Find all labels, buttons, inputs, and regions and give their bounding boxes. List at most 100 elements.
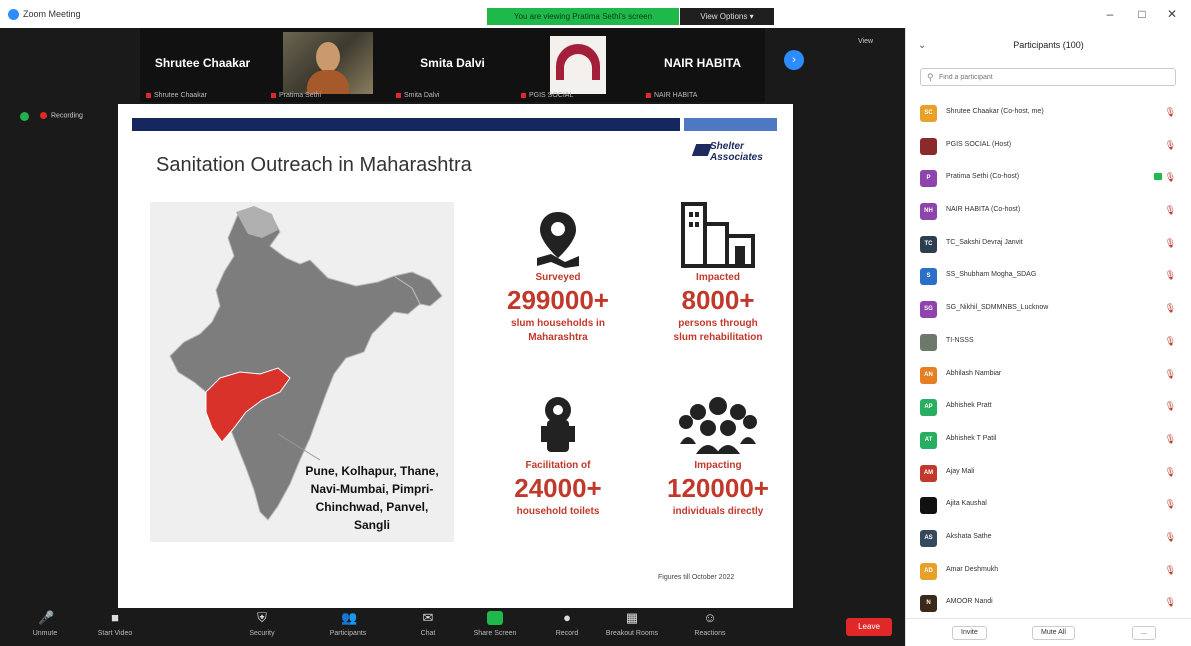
- buildings-icon: [681, 202, 755, 268]
- participant-label: Smita Dalvi: [396, 92, 439, 99]
- participant-row[interactable]: AN Abhilash Nambiar 🎙: [906, 360, 1191, 393]
- view-button[interactable]: View: [858, 38, 873, 45]
- participant-name: Shrutee Chaakar: [154, 56, 251, 70]
- participant-row[interactable]: AM Ajay Mali 🎙: [906, 458, 1191, 491]
- security-shield-icon[interactable]: [20, 112, 29, 121]
- participant-name: SG_Nikhil_SDMMNBS_Lucknow: [946, 304, 1049, 312]
- muted-microphone-icon[interactable]: 🎙: [1165, 205, 1176, 216]
- avatar: [920, 497, 937, 515]
- muted-microphone-icon[interactable]: 🎙: [1165, 565, 1176, 576]
- participants-icon: 👥: [341, 610, 358, 625]
- avatar: NH: [920, 203, 937, 221]
- muted-microphone-icon[interactable]: 🎙: [1165, 238, 1176, 249]
- muted-microphone-icon[interactable]: 🎙: [1165, 597, 1176, 608]
- participant-row[interactable]: Ajita Kaushal 🎙: [906, 490, 1191, 523]
- view-options-button[interactable]: View Options ▾: [680, 8, 774, 25]
- video-tile[interactable]: Pratima Sethi: [265, 28, 390, 102]
- maximize-icon[interactable]: □: [1132, 7, 1152, 21]
- participant-video: [283, 32, 373, 94]
- invite-button[interactable]: Invite: [952, 626, 987, 640]
- unmute-button[interactable]: 🎤 Unmute: [15, 610, 75, 638]
- avatar: SG: [920, 301, 937, 319]
- participant-row[interactable]: NH NAIR HABITA (Co-host) 🎙: [906, 196, 1191, 229]
- participant-name: Abhishek T Patil: [946, 434, 997, 442]
- participant-row[interactable]: P Pratima Sethi (Co-host) 🎙: [906, 163, 1191, 196]
- participant-name: Pratima Sethi (Co-host): [946, 173, 1020, 181]
- participant-label: Shrutee Chaakar: [146, 92, 207, 99]
- participants-title: Participants (100): [1013, 40, 1084, 50]
- muted-microphone-icon[interactable]: 🎙: [1165, 369, 1176, 380]
- map-pin-icon: [537, 212, 579, 268]
- participant-name: Abhishek Pratt: [946, 402, 992, 410]
- avatar: [920, 333, 937, 351]
- participant-name: Ajay Mali: [946, 467, 975, 475]
- muted-microphone-icon[interactable]: 🎙: [1165, 467, 1176, 478]
- muted-microphone-icon[interactable]: 🎙: [1165, 172, 1176, 183]
- gallery-next-button[interactable]: ›: [784, 50, 804, 70]
- participant-row[interactable]: TI-NSSS 🎙: [906, 327, 1191, 360]
- leave-button[interactable]: Leave: [846, 618, 892, 636]
- muted-microphone-icon[interactable]: 🎙: [1165, 140, 1176, 151]
- recording-indicator[interactable]: Recording: [40, 112, 83, 119]
- video-on-icon[interactable]: [1154, 173, 1162, 181]
- participant-name: Amar Deshmukh: [946, 565, 999, 573]
- muted-microphone-icon[interactable]: 🎙: [1165, 401, 1176, 412]
- muted-microphone-icon[interactable]: 🎙: [1165, 434, 1176, 445]
- slide-title: Sanitation Outreach in Maharashtra: [156, 154, 472, 176]
- security-button[interactable]: ⛨ Security: [232, 610, 292, 638]
- search-icon: ⚲: [927, 72, 934, 82]
- participant-row[interactable]: AS Akshata Sathe 🎙: [906, 523, 1191, 556]
- participant-row[interactable]: S SS_Shubham Mogha_SDAG 🎙: [906, 261, 1191, 294]
- muted-microphone-icon[interactable]: 🎙: [1165, 336, 1176, 347]
- participant-row[interactable]: AP Abhishek Pratt 🎙: [906, 392, 1191, 425]
- muted-microphone-icon[interactable]: 🎙: [1165, 303, 1176, 314]
- minimize-icon[interactable]: –: [1100, 7, 1120, 21]
- muted-microphone-icon[interactable]: 🎙: [1165, 107, 1176, 118]
- participant-row[interactable]: SC Shrutee Chaakar (Co-host, me) 🎙: [906, 98, 1191, 131]
- shelter-associates-logo: Shelter Associates: [710, 141, 763, 163]
- stat-surveyed: Surveyed 299000+ slum households in Maha…: [483, 210, 633, 345]
- search-input[interactable]: [939, 71, 1169, 84]
- muted-microphone-icon[interactable]: 🎙: [1165, 270, 1176, 281]
- chat-bubble-icon: ✉: [422, 610, 434, 625]
- video-tile[interactable]: Shrutee Chaakar Shrutee Chaakar: [140, 28, 265, 102]
- share-screen-button[interactable]: Share Screen: [465, 611, 525, 637]
- shield-icon: ⛨: [257, 610, 267, 625]
- mute-all-button[interactable]: Mute All: [1032, 626, 1075, 640]
- avatar: AD: [920, 562, 937, 580]
- participant-row[interactable]: AT Abhishek T Patil 🎙: [906, 425, 1191, 458]
- breakout-rooms-button[interactable]: ▦ Breakout Rooms: [602, 611, 662, 638]
- chat-button[interactable]: ✉ Chat: [398, 610, 458, 638]
- participant-label: Pratima Sethi: [271, 92, 321, 99]
- more-options-button[interactable]: ...: [1132, 626, 1156, 640]
- record-button[interactable]: ● Record: [537, 611, 597, 638]
- participant-search[interactable]: ⚲: [920, 68, 1176, 86]
- close-icon[interactable]: ✕: [1162, 7, 1182, 21]
- video-tile[interactable]: NAIR HABITA NAIR HABITA: [640, 28, 765, 102]
- video-tile[interactable]: Smita Dalvi Smita Dalvi: [390, 28, 515, 102]
- screen-share-banner: You are viewing Pratima Sethi's screen: [487, 8, 679, 25]
- participant-row[interactable]: TC TC_Sakshi Devraj Janvit 🎙: [906, 229, 1191, 262]
- start-video-button[interactable]: ■ Start Video: [85, 611, 145, 638]
- muted-microphone-icon[interactable]: 🎙: [1165, 532, 1176, 543]
- participant-list: SC Shrutee Chaakar (Co-host, me) 🎙 PGIS SOC…: [906, 98, 1191, 621]
- avatar: P: [920, 170, 937, 188]
- participant-row[interactable]: N AMOOR Nandi 🎙: [906, 588, 1191, 621]
- window-title-bar: Zoom Meeting You are viewing Pratima Set…: [0, 0, 1191, 28]
- participant-row[interactable]: SG SG_Nikhil_SDMMNBS_Lucknow 🎙: [906, 294, 1191, 327]
- participant-name: Akshata Sathe: [946, 532, 992, 540]
- slide-header-bar: [132, 118, 680, 131]
- people-icon: [679, 397, 757, 454]
- toilet-icon: [541, 397, 575, 452]
- participants-button[interactable]: 👥 Participants: [318, 610, 378, 638]
- microphone-icon: 🎤: [38, 610, 55, 625]
- muted-microphone-icon[interactable]: 🎙: [1165, 499, 1176, 510]
- participant-label: PGIS SOCIAL: [521, 92, 573, 99]
- participant-name: PGIS SOCIAL (Host): [946, 140, 1012, 148]
- video-tile[interactable]: PGIS SOCIAL: [515, 28, 640, 102]
- reactions-button[interactable]: ☺ Reactions: [680, 611, 740, 638]
- participant-row[interactable]: PGIS SOCIAL (Host) 🎙: [906, 131, 1191, 164]
- meeting-toolbar: 🎤 Unmute ■ Start Video ⛨ Security 👥 Part…: [0, 608, 905, 646]
- participant-row[interactable]: AD Amar Deshmukh 🎙: [906, 556, 1191, 589]
- slide-header-accent: [684, 118, 777, 131]
